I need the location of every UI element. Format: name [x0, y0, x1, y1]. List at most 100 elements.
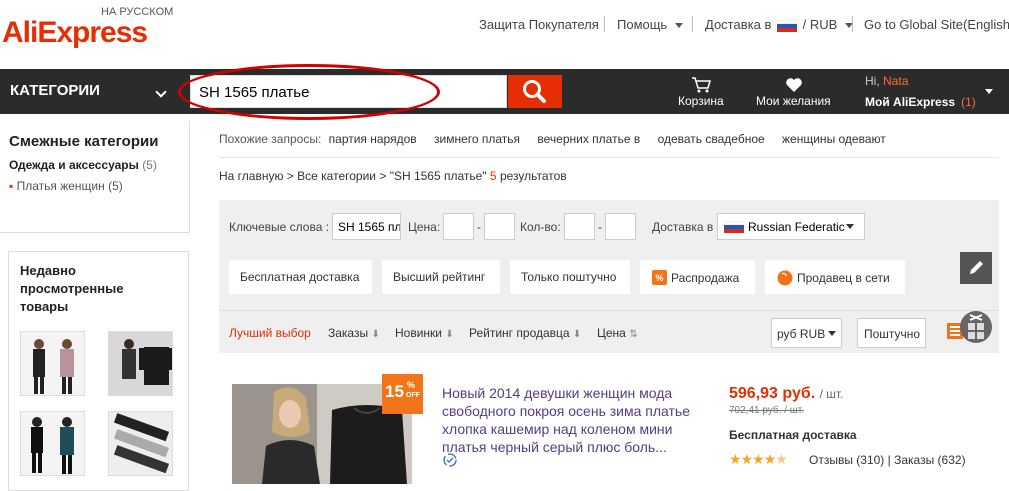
divider: [692, 16, 693, 32]
per-unit-select[interactable]: Поштучно: [857, 318, 926, 348]
sort-seller-rating-label: Рейтинг продавца: [469, 326, 570, 340]
divider: [219, 310, 999, 311]
edit-button[interactable]: [960, 252, 992, 284]
reviews-link[interactable]: Отзывы (310): [809, 453, 884, 467]
breadcrumb-all-categories[interactable]: Все категории: [297, 169, 376, 183]
delivery-label: Доставка в: [705, 17, 772, 32]
cart-icon: [692, 77, 711, 93]
pencil-icon: [970, 261, 983, 274]
grid-view-icon: [968, 314, 984, 339]
search-button[interactable]: [508, 75, 562, 108]
sale-filter[interactable]: % Распродажа: [640, 260, 755, 294]
grid-view-button[interactable]: [960, 311, 992, 343]
similar-query-link[interactable]: партия нарядов: [329, 132, 417, 146]
range-dash: -: [598, 220, 602, 234]
wishlist-link[interactable]: Мои желания: [756, 94, 831, 108]
bullet-icon: ▪: [9, 179, 14, 193]
sort-newest[interactable]: Новинки ⬇: [395, 326, 454, 340]
sort-newest-label: Новинки: [395, 326, 442, 340]
categories-menu[interactable]: КАТЕГОРИИ: [0, 69, 180, 114]
search-input[interactable]: SH 1565 платье: [190, 75, 507, 108]
username[interactable]: Nata: [883, 74, 908, 88]
recent-product-thumbnail[interactable]: [108, 411, 173, 476]
arrow-down-icon: ⬇: [572, 329, 582, 340]
related-category-link[interactable]: Одежда и аксессуары (5): [9, 158, 157, 172]
product-price: 596,93 руб. / шт.: [729, 385, 843, 403]
product-title-link[interactable]: Новый 2014 девушки женщин мода свободног…: [442, 384, 712, 456]
sort-up-down-icon: ⇅: [629, 329, 638, 340]
recent-product-thumbnail[interactable]: [108, 331, 173, 396]
chevron-down-icon: [985, 89, 993, 94]
my-aliexpress-menu[interactable]: Мой AliExpress (1): [865, 95, 976, 109]
russia-flag-icon: [776, 19, 798, 32]
quantity-max-input[interactable]: [605, 213, 636, 240]
top-rated-filter[interactable]: Высший рейтинг: [382, 260, 500, 294]
buyer-protection-link[interactable]: Защита Покупателя: [479, 17, 599, 32]
similar-query-link[interactable]: женщины одевают: [782, 132, 886, 146]
free-shipping-filter[interactable]: Бесплатная доставка: [229, 260, 372, 294]
my-aliexpress-label: Мой AliExpress: [865, 95, 956, 109]
divider: [604, 16, 605, 32]
discount-off: OFF: [406, 392, 420, 399]
single-unit-filter[interactable]: Только поштучно: [510, 260, 630, 294]
star-icon: ★: [752, 451, 765, 467]
subcategory-label: Платья женщин: [16, 179, 105, 193]
country-value: Russian Federatic: [748, 220, 845, 234]
product-image: [109, 412, 172, 475]
country-select[interactable]: Russian Federatic: [717, 213, 865, 240]
sort-seller-rating[interactable]: Рейтинг продавца ⬇: [469, 326, 581, 340]
result-count: 5: [489, 169, 497, 183]
seller-online-icon: [777, 270, 793, 286]
arrow-down-icon: ⬇: [371, 329, 380, 340]
similar-queries: Похожие запросы: партия нарядов зимнего …: [219, 132, 886, 146]
discount-badge: 15 % OFF: [382, 374, 423, 414]
subcategory-count: (5): [108, 179, 123, 193]
seller-online-filter[interactable]: Продавец в сети: [765, 260, 905, 294]
price-value: 596,93 руб.: [729, 385, 816, 402]
cart-link[interactable]: Корзина: [678, 94, 724, 108]
delivery-menu[interactable]: Доставка в / RUB: [705, 17, 854, 32]
keywords-label: Ключевые слова :: [229, 220, 330, 234]
help-menu[interactable]: Помощь: [617, 17, 684, 32]
orders-count: Заказы (632): [894, 453, 966, 467]
related-subcategory-link[interactable]: ▪ Платья женщин (5): [9, 179, 123, 193]
recent-product-thumbnail[interactable]: [20, 411, 85, 476]
sort-best-match[interactable]: Лучший выбор: [229, 326, 311, 340]
similar-query-link[interactable]: вечерних платье в: [537, 132, 640, 146]
similar-query-link[interactable]: зимнего платья: [434, 132, 520, 146]
sort-price[interactable]: Цена ⇅: [597, 326, 638, 340]
quantity-min-input[interactable]: [564, 213, 595, 240]
greeting-text: Hi,: [865, 74, 880, 88]
aliexpress-logo[interactable]: AliExpress: [2, 16, 148, 50]
recent-product-thumbnail[interactable]: [20, 331, 85, 396]
recently-viewed-title: Недавно просмотренные товары: [20, 263, 124, 314]
old-price: 702,41 руб. / шт.: [729, 405, 805, 416]
heart-icon: [786, 78, 802, 92]
keywords-input[interactable]: SH 1565 пл: [332, 213, 401, 240]
reviews-orders: Отзывы (310) | Заказы (632): [809, 453, 966, 467]
search-icon: [523, 80, 546, 103]
divider: [852, 16, 853, 32]
price-max-input[interactable]: [484, 213, 515, 240]
logo-subtitle: НА РУССКОМ: [101, 6, 174, 18]
price-unit: / шт.: [819, 387, 844, 401]
greeting: Hi, Nata: [865, 74, 908, 88]
help-label: Помощь: [617, 17, 668, 32]
similar-queries-label: Похожие запросы:: [219, 132, 322, 146]
price-min-input[interactable]: [443, 213, 474, 240]
seller-online-label: Продавец в сети: [797, 271, 890, 285]
results-label: результатов: [499, 169, 567, 183]
discount-value: 15: [385, 382, 404, 401]
sync-icon: [443, 453, 457, 467]
breadcrumb-home[interactable]: На главную: [219, 169, 283, 183]
sale-filter-label: Распродажа: [671, 271, 740, 285]
svg-text:%: %: [655, 273, 663, 283]
breadcrumb-query: "SH 1565 платье": [389, 169, 487, 183]
global-site-link[interactable]: Go to Global Site(English): [864, 17, 1009, 32]
discount-percent: %: [407, 380, 416, 390]
similar-query-link[interactable]: одевать свадебное: [658, 132, 765, 146]
star-icon: ★: [729, 451, 742, 467]
arrow-down-icon: ⬇: [445, 329, 454, 340]
sort-orders[interactable]: Заказы ⬇: [328, 326, 380, 340]
chevron-down-icon: [846, 224, 854, 229]
